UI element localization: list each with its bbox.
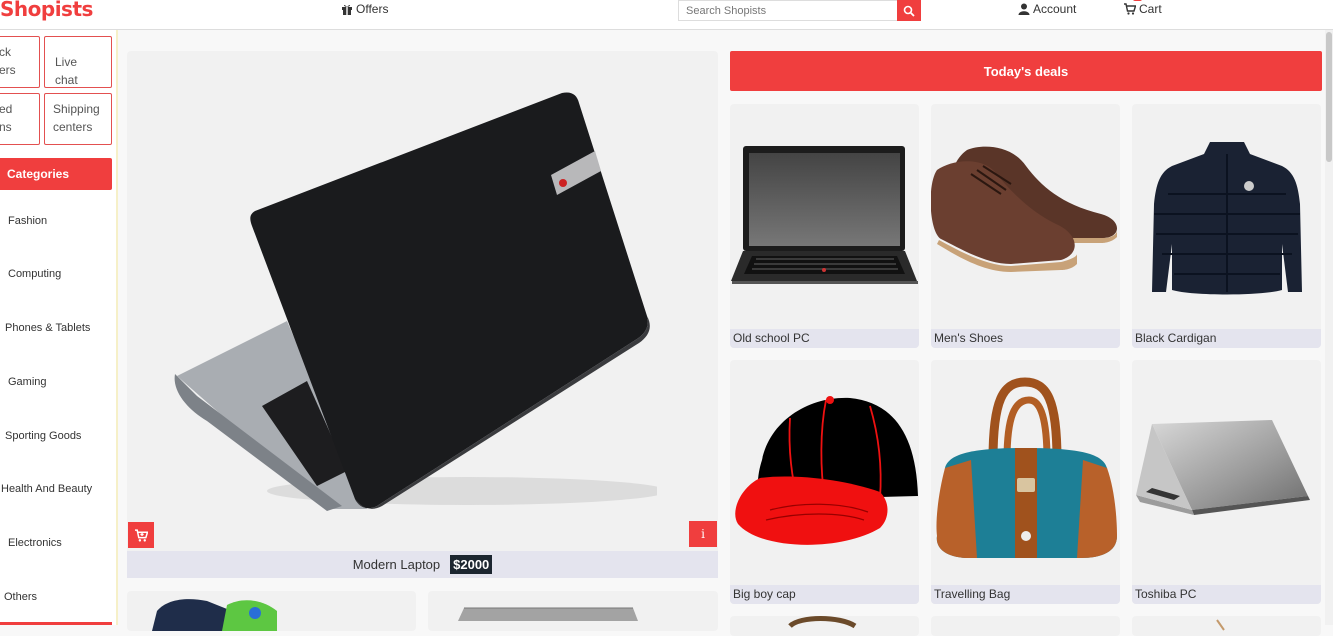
quick-link-live-chat[interactable]: Live chat [44,36,112,88]
gift-icon [342,4,352,15]
deal-card[interactable]: Old school PC [730,104,919,348]
deal-card[interactable] [1132,616,1321,636]
cart-icon [134,528,148,542]
add-to-cart-button[interactable] [128,522,154,548]
category-others[interactable]: Others [4,591,37,603]
cart-icon [1124,3,1136,15]
quick-link-track-orders[interactable]: ck ers [0,36,40,88]
offers-label: Offers [356,2,389,16]
category-computing[interactable]: Computing [8,268,61,280]
shoe-image [152,599,277,631]
cart-link[interactable]: Cart [1124,2,1162,16]
cart-label: Cart [1139,2,1162,16]
search-input[interactable] [679,1,897,20]
deal-card[interactable]: Travelling Bag [931,360,1120,604]
quick-link-line: ers [0,63,16,77]
deal-card[interactable] [931,616,1120,636]
laptop-icon [1136,420,1310,515]
brand-logo[interactable]: Shopists [0,0,93,21]
quick-link-line: Live chat [55,55,78,87]
category-health-beauty[interactable]: Health And Beauty [1,483,92,495]
top-header: Shopists Offers Account Cart [0,0,1333,30]
quick-link-line: ed [0,102,13,116]
quick-link-line: centers [53,120,93,134]
jacket-icon [1152,142,1302,295]
featured-caption: Modern Laptop $2000 [127,551,718,578]
product-card[interactable] [428,591,718,631]
product-image [1216,619,1225,631]
account-label: Account [1033,2,1077,16]
category-electronics[interactable]: Electronics [8,537,62,549]
product-info-button[interactable]: i [689,521,717,547]
info-icon: i [701,527,705,541]
search-icon [903,5,915,17]
search-button[interactable] [897,0,921,21]
product-card[interactable] [127,591,416,631]
featured-product-card[interactable]: i Modern Laptop $2000 [127,51,718,578]
deal-card[interactable]: Toshiba PC [1132,360,1321,604]
quick-link-line: ck [0,45,11,59]
category-phones-tablets[interactable]: Phones & Tablets [5,322,90,334]
deal-name: Men's Shoes [931,329,1120,348]
category-gaming[interactable]: Gaming [8,376,47,388]
page-scrollbar[interactable] [1325,30,1333,625]
deal-name: Black Cardigan [1132,329,1321,348]
laptop-image [458,607,638,621]
offers-link[interactable]: Offers [341,2,388,16]
quick-link-shipping-centers[interactable]: Shipping centers [44,93,112,145]
cap-icon [735,396,918,545]
deal-name: Toshiba PC [1132,585,1321,604]
product-name: Modern Laptop [352,557,441,572]
deal-card[interactable] [730,616,919,636]
deal-name: Old school PC [730,329,919,348]
scrollbar-thumb[interactable] [1326,32,1332,162]
price-tag: $2000 [450,555,493,574]
laptop-icon [731,146,918,284]
deal-name: Travelling Bag [931,585,1120,604]
category-sporting-goods[interactable]: Sporting Goods [5,430,81,442]
deal-card[interactable]: Big boy cap [730,360,919,604]
account-link[interactable]: Account [1018,2,1076,16]
todays-deals-header: Today's deals [730,51,1322,91]
cart-badge [1133,0,1142,1]
categories-header: Categories [0,158,112,190]
deal-name: Big boy cap [730,585,919,604]
category-fashion[interactable]: Fashion [8,215,47,227]
deal-card[interactable]: Men's Shoes [931,104,1120,348]
deal-card[interactable]: Black Cardigan [1132,104,1321,348]
quick-link-line: Shipping [53,102,100,116]
search-bar [678,0,921,21]
handbag-icon [936,377,1117,558]
quick-link-line: ns [0,120,12,134]
left-sidebar: ck ers Live chat ed ns Shipping centers … [0,30,118,625]
quick-link-returns[interactable]: ed ns [0,93,40,145]
user-icon [1018,3,1030,15]
shoe-icon [931,146,1117,272]
laptop-image [174,92,657,511]
product-image [788,616,857,629]
